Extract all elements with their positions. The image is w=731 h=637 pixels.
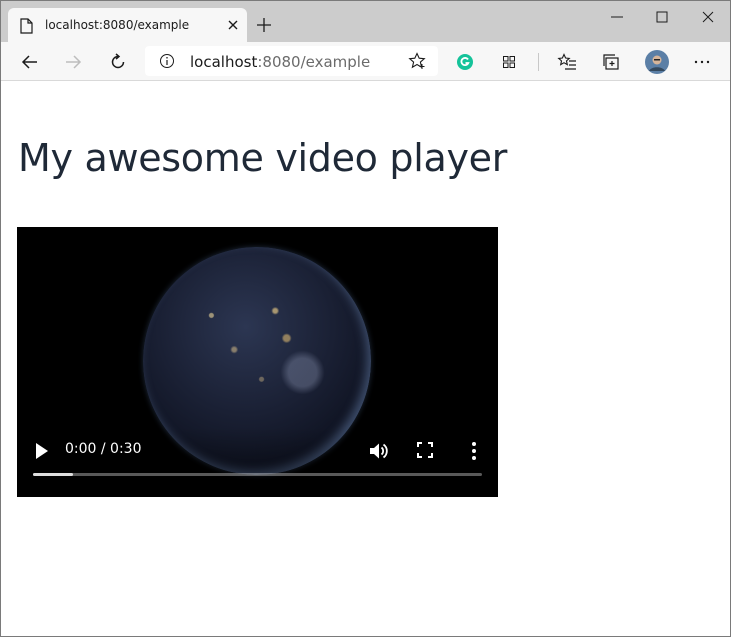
plus-icon[interactable] (255, 16, 273, 34)
page-title: My awesome video player (18, 136, 508, 180)
progress-fill (33, 473, 74, 476)
profile-avatar[interactable] (644, 49, 670, 75)
more-icon[interactable] (691, 51, 713, 73)
browser-toolbar: localhost:8080/example (1, 42, 730, 81)
refresh-icon[interactable] (107, 51, 129, 73)
volume-icon[interactable] (367, 440, 389, 462)
grammarly-icon[interactable] (454, 51, 476, 73)
back-arrow-icon[interactable] (19, 51, 41, 73)
fullscreen-icon[interactable] (416, 441, 434, 459)
close-icon[interactable] (226, 18, 240, 32)
maximize-icon[interactable] (654, 9, 670, 25)
more-options-icon[interactable] (465, 440, 483, 462)
page-content: My awesome video player 0:00 / 0:30 (1, 81, 730, 636)
progress-bar[interactable] (33, 473, 482, 476)
video-player[interactable]: 0:00 / 0:30 (17, 227, 498, 497)
time-display: 0:00 / 0:30 (65, 441, 142, 457)
info-icon[interactable] (159, 53, 175, 69)
forward-arrow-icon[interactable] (62, 51, 84, 73)
tab-strip: localhost:8080/example (1, 1, 730, 42)
minimize-icon[interactable] (609, 9, 625, 25)
toolbar-separator (538, 53, 539, 71)
extensions-icon[interactable] (498, 51, 520, 73)
browser-window: localhost:8080/example localhost:8080/ex… (0, 0, 731, 637)
video-controls: 0:00 / 0:30 (17, 427, 498, 497)
play-icon[interactable] (33, 441, 51, 461)
star-icon[interactable] (408, 52, 426, 70)
url-path: :8080/example (257, 53, 371, 71)
url-host: localhost (190, 53, 258, 71)
address-bar[interactable]: localhost:8080/example (145, 46, 438, 76)
tab-title: localhost:8080/example (45, 18, 190, 32)
collections-icon[interactable] (600, 51, 622, 73)
close-window-icon[interactable] (700, 9, 716, 25)
active-tab[interactable]: localhost:8080/example (8, 8, 247, 42)
favorites-icon[interactable] (556, 51, 578, 73)
url-text[interactable]: localhost:8080/example (190, 53, 370, 71)
page-icon (20, 18, 33, 34)
